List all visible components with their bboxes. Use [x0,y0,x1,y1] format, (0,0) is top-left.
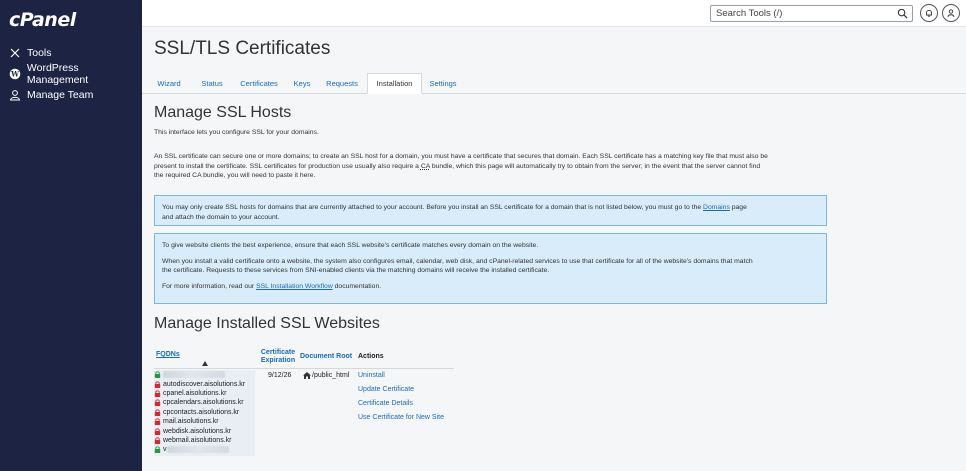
notifications-button[interactable] [920,4,938,22]
tab-certificates[interactable]: Certificates [234,73,284,94]
main-content: SSL/TLS Certificates Wizard Status Certi… [142,28,966,471]
manage-ssl-hosts-heading: Manage SSL Hosts [154,104,292,121]
sni-info-notice: To give website clients the best experie… [154,233,827,304]
bell-icon [926,10,932,17]
sidebar-item-label: Manage Team [27,88,94,101]
sidebar-item-wordpress[interactable]: W WordPress Management [0,61,142,86]
certificate-expiration-column-header[interactable]: Certificate Expiration [258,349,298,365]
fqdn-name: cpcontacts.aisolutions.kr [163,408,240,416]
fqdn-row: webdisk.aisolutions.kr [154,426,255,435]
fqdn-row: cpanel.aisolutions.kr [154,389,255,398]
intro-text: This interface lets you configure SSL fo… [154,129,319,136]
lock-secure-icon [154,371,161,379]
actions-column-header: Actions [358,353,384,360]
uninstall-link[interactable]: Uninstall [358,372,385,379]
lock-insecure-icon [154,399,161,407]
tab-keys[interactable]: Keys [288,73,316,94]
search-placeholder: Search Tools (/) [716,8,783,19]
user-icon [947,9,955,18]
cpanel-logo[interactable]: cPanel [9,9,76,31]
notice-line: To give website clients the best experie… [162,242,539,249]
fqdn-name: webmail.aisolutions.kr [163,436,232,444]
domains-link[interactable]: Domains [703,204,730,211]
ssl-installation-workflow-link[interactable]: SSL Installation Workflow [256,283,333,290]
fqdn-row: mail.aisolutions.kr [154,417,255,426]
redacted-domain [166,446,229,454]
search-icon[interactable] [897,8,908,19]
lock-insecure-icon [154,418,161,426]
fqdn-name: v [163,446,167,454]
tab-wizard[interactable]: Wizard [147,73,191,94]
svg-text:W: W [10,69,19,78]
ca-abbr: CA [420,162,430,170]
sort-ascending-icon[interactable] [202,361,208,366]
fqdn-row [154,370,255,379]
page-title: SSL/TLS Certificates [154,38,331,59]
lock-insecure-icon [154,427,161,435]
fqdn-name: cpanel.aisolutions.kr [163,389,227,397]
certificate-explanation: An SSL certificate can secure one or mor… [154,152,829,181]
sidebar-item-label: Tools [27,46,52,59]
document-root-column-header[interactable]: Document Root [300,353,352,360]
tab-bar: Wizard Status Certificates Keys Requests… [142,73,966,94]
fqdn-name: mail.aisolutions.kr [163,418,219,426]
fqdn-name: autodiscover.aisolutions.kr [163,380,246,388]
team-icon [8,88,22,102]
sidebar-item-manage-team[interactable]: Manage Team [0,84,142,105]
fqdn-row: cpcontacts.aisolutions.kr [154,408,255,417]
tab-installation[interactable]: Installation [367,73,422,94]
fqdn-list: autodiscover.aisolutions.kr cpanel.aisolu… [154,370,255,456]
notice-line: and attach the domain to your account. [162,213,280,221]
sidebar: cPanel Tools W WordPress Management Mana… [0,0,142,471]
lock-insecure-icon [154,409,161,416]
fqdns-column-header[interactable]: FQDNs [156,351,180,358]
lock-secure-icon [154,446,161,454]
sidebar-nav: Tools W WordPress Management Manage Team [0,42,142,105]
header-divider [154,368,454,369]
lock-insecure-icon [154,380,161,388]
lock-insecure-icon [154,390,161,397]
explanation-line: the required CA bundle, you will need to… [154,172,316,179]
fqdn-name: webdisk.aisolutions.kr [163,427,232,435]
tools-icon [8,46,22,60]
fqdn-row: v [154,445,255,454]
update-certificate-link[interactable]: Update Certificate [358,386,414,393]
certificate-expiration-value: 9/12/26 [268,372,292,379]
notice-line: For more information, read our SSL Insta… [162,282,382,290]
certificate-details-link[interactable]: Certificate Details [358,400,413,407]
search-tools-input[interactable]: Search Tools (/) [710,5,913,22]
user-menu-button[interactable] [942,4,960,22]
tab-settings[interactable]: Settings [425,73,461,94]
tab-requests[interactable]: Requests [320,73,364,94]
notice-line: When you install a valid certificate ont… [162,257,753,265]
notice-line: the certificate. Requests to these servi… [162,267,550,274]
notice-line: You may only create SSL hosts for domain… [162,204,747,211]
use-certificate-for-new-site-link[interactable]: Use Certificate for New Site [358,414,444,421]
attached-domains-notice: You may only create SSL hosts for domain… [154,195,827,226]
document-root-value: /public_html [303,372,349,379]
sidebar-item-tools[interactable]: Tools [0,42,142,63]
explanation-line: An SSL certificate can secure one or mor… [154,153,768,160]
wordpress-icon: W [8,67,22,81]
lock-insecure-icon [154,437,161,444]
fqdn-row: cpcalendars.aisolutions.kr [154,398,255,407]
redacted-domain [163,371,225,379]
fqdn-row: webmail.aisolutions.kr [154,436,255,445]
manage-installed-ssl-websites-heading: Manage Installed SSL Websites [154,315,380,332]
top-bar: Search Tools (/) [142,0,966,27]
explanation-line: present to install the certificate. SSL … [154,162,761,170]
home-icon [303,372,311,379]
tab-status[interactable]: Status [194,73,230,94]
fqdn-row: autodiscover.aisolutions.kr [154,379,255,388]
sidebar-item-label: WordPress Management [26,61,89,86]
fqdn-name: cpcalendars.aisolutions.kr [163,399,244,407]
